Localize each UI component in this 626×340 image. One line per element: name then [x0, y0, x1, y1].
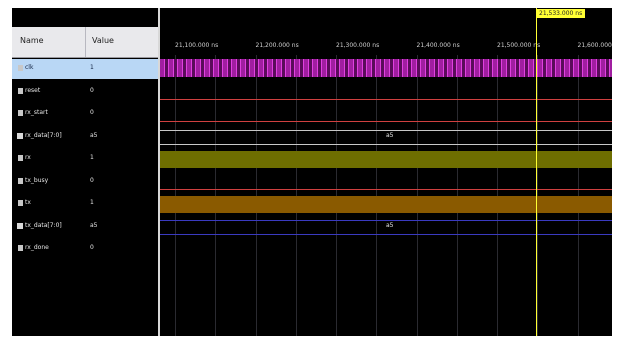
low-waveform: [160, 188, 612, 190]
bus-value-label: a5: [386, 131, 394, 139]
ruler-time-label: 21,600.000 ns: [577, 42, 613, 49]
signal-value: a5: [90, 221, 98, 229]
signal-value: 0: [90, 109, 94, 116]
wire-signal-icon: [18, 87, 23, 94]
cursor-time-label: 21,533.000 ns: [536, 9, 586, 18]
signal-name: rx_done: [25, 244, 49, 251]
low-waveform: [160, 98, 612, 100]
column-divider[interactable]: [85, 27, 86, 57]
ruler-time-label: 21,400.000 ns: [416, 42, 460, 49]
signal-name: tx_data[7:0]: [25, 221, 62, 229]
high-waveform: [160, 196, 612, 213]
signal-value: 0: [90, 244, 94, 251]
signal-row[interactable]: clk 1: [12, 59, 158, 79]
bus-lower-edge: [160, 233, 612, 235]
waveform-panel[interactable]: 21,100.000 ns 21,200.000 ns 21,300.000 ns 2…: [160, 8, 612, 336]
low-waveform: [160, 121, 612, 122]
wire-signal-icon: [18, 110, 23, 116]
signal-row[interactable]: rx_start 0: [12, 104, 158, 124]
signal-name: rx_start: [25, 109, 48, 116]
wire-signal-icon: [18, 245, 23, 251]
signal-row[interactable]: rx_data[7:0] a5: [12, 127, 158, 147]
signal-row[interactable]: reset 0: [12, 82, 158, 102]
bus-signal-icon: [17, 222, 23, 229]
signal-row[interactable]: tx_data[7:0] a5: [12, 217, 158, 237]
signal-row[interactable]: tx 1: [12, 194, 158, 214]
time-cursor[interactable]: [536, 8, 537, 336]
wire-signal-icon: [18, 200, 23, 206]
signal-value: 1: [90, 199, 94, 206]
signal-name: tx_busy: [25, 176, 49, 184]
signal-name: clk: [25, 64, 34, 71]
ruler-time-label: 21,300.000 ns: [336, 42, 380, 49]
ruler-time-label: 21,100.000 ns: [175, 42, 219, 49]
value-column-header[interactable]: Value: [92, 36, 114, 45]
signal-list-header: Name Value: [12, 27, 158, 58]
signal-name: rx_data[7:0]: [25, 131, 62, 139]
wire-signal-icon: [18, 177, 23, 184]
signal-name: rx: [25, 154, 31, 161]
name-column-header[interactable]: Name: [20, 36, 44, 45]
bus-value-label: a5: [386, 221, 394, 229]
bus-upper-edge: [160, 219, 612, 221]
time-ruler[interactable]: 21,100.000 ns 21,200.000 ns 21,300.000 ns 2…: [160, 27, 613, 59]
wire-signal-icon: [18, 155, 23, 161]
signal-value: 0: [90, 176, 94, 184]
signal-value: 0: [90, 86, 94, 94]
waveform-viewer: Name Value clk 1 reset 0 rx_start 0 rx_data[7:…: [12, 8, 612, 336]
clock-waveform: [160, 59, 612, 77]
bus-upper-edge: [160, 129, 612, 131]
ruler-time-label: 21,500.000 ns: [497, 42, 541, 49]
signal-row[interactable]: rx_done 0: [12, 239, 158, 259]
ruler-time-label: 21,200.000 ns: [255, 42, 299, 49]
wire-signal-icon: [18, 65, 23, 71]
signal-list-panel: Name Value clk 1 reset 0 rx_start 0 rx_data[7:…: [12, 8, 158, 336]
signal-value: 1: [90, 64, 94, 71]
signal-name: tx: [25, 199, 31, 206]
bus-lower-edge: [160, 143, 612, 145]
bus-signal-icon: [17, 132, 23, 139]
high-waveform: [160, 151, 612, 168]
signal-value: a5: [90, 131, 98, 139]
signal-name: reset: [25, 86, 41, 94]
signal-row[interactable]: rx 1: [12, 149, 158, 169]
signal-value: 1: [90, 154, 94, 161]
signal-row[interactable]: tx_busy 0: [12, 172, 158, 192]
